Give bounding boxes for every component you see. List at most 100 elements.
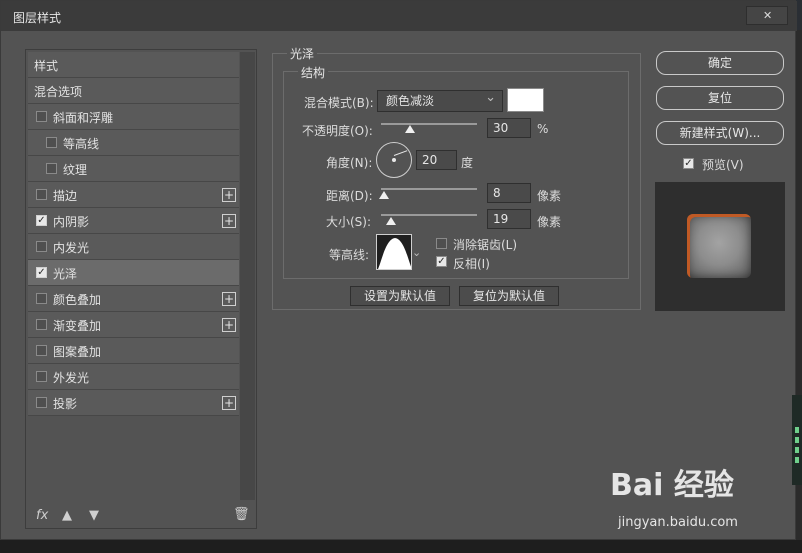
contour-curve-icon bbox=[377, 238, 411, 269]
watermark-url: jingyan.baidu.com bbox=[618, 515, 738, 530]
add-effect-plus-icon[interactable]: + bbox=[222, 214, 236, 228]
style-list-item[interactable]: 斜面和浮雕 bbox=[28, 104, 239, 130]
style-item-label: 纹理 bbox=[63, 163, 88, 177]
style-item-label: 混合选项 bbox=[34, 85, 83, 99]
angle-dial-center bbox=[392, 158, 396, 162]
style-item-label: 投影 bbox=[53, 397, 78, 411]
angle-input[interactable]: 20 bbox=[416, 150, 457, 170]
baidu-jingyan-watermark: Bai 经验 jingyan.baidu.com bbox=[610, 460, 790, 540]
style-item-label: 斜面和浮雕 bbox=[53, 111, 114, 125]
style-list-item[interactable]: 内发光 bbox=[28, 234, 239, 260]
preview-checkbox[interactable]: ✓ bbox=[683, 158, 694, 169]
add-effect-plus-icon[interactable]: + bbox=[222, 292, 236, 306]
opacity-unit: % bbox=[537, 122, 549, 136]
trash-icon[interactable]: 🗑 bbox=[233, 507, 250, 522]
set-default-button[interactable]: 设置为默认值 bbox=[350, 286, 450, 306]
blend-mode-select[interactable]: 颜色减淡 bbox=[377, 88, 503, 112]
style-list-item[interactable]: 样式 bbox=[28, 52, 239, 78]
style-list-item[interactable]: 外发光 bbox=[28, 364, 239, 390]
blend-mode-value: 颜色减淡 bbox=[386, 94, 435, 108]
style-list-item[interactable]: 纹理 bbox=[28, 156, 239, 182]
opacity-slider-thumb[interactable] bbox=[404, 125, 415, 133]
size-input[interactable]: 19 bbox=[487, 209, 531, 229]
close-button[interactable] bbox=[746, 6, 788, 25]
distance-input[interactable]: 8 bbox=[487, 183, 531, 203]
angle-label: 角度(N): bbox=[326, 156, 373, 170]
angle-unit: 度 bbox=[461, 156, 474, 170]
style-item-checkbox[interactable]: ✓ bbox=[36, 215, 47, 226]
move-up-icon[interactable]: ▲ bbox=[62, 508, 72, 523]
opacity-label: 不透明度(O): bbox=[302, 124, 373, 138]
style-list-panel: 样式混合选项斜面和浮雕等高线纹理描边 + ✓ 内阴影 + 内发光 ✓ 光泽颜色叠加 + 渐变叠加 +… bbox=[25, 49, 257, 529]
move-down-icon[interactable]: ▼ bbox=[89, 508, 99, 523]
side-progress-strip bbox=[792, 395, 802, 485]
opacity-slider-track[interactable] bbox=[381, 123, 477, 125]
satin-color-swatch[interactable] bbox=[507, 88, 544, 112]
size-label: 大小(S): bbox=[326, 215, 372, 229]
style-list-item[interactable]: 颜色叠加 + bbox=[28, 286, 239, 312]
style-item-label: 等高线 bbox=[63, 137, 100, 151]
anti-alias-label: 消除锯齿(L) bbox=[453, 238, 518, 252]
contour-label: 等高线: bbox=[329, 248, 370, 262]
style-list-item[interactable]: 渐变叠加 + bbox=[28, 312, 239, 338]
style-item-label: 颜色叠加 bbox=[53, 293, 102, 307]
ok-button[interactable]: 确定 bbox=[656, 51, 784, 75]
style-list-footer: fx ▲ ▼ 🗑 bbox=[26, 502, 256, 528]
style-item-checkbox[interactable] bbox=[36, 241, 47, 252]
distance-label: 距离(D): bbox=[326, 189, 373, 203]
style-list-item[interactable]: 图案叠加 bbox=[28, 338, 239, 364]
invert-label: 反相(I) bbox=[453, 257, 490, 271]
reset-default-button[interactable]: 复位为默认值 bbox=[459, 286, 559, 306]
style-preview bbox=[655, 182, 785, 311]
layer-style-dialog: 图层样式 样式混合选项斜面和浮雕等高线纹理描边 + ✓ 内阴影 + 内发光 ✓ 光泽颜色叠加 +… bbox=[0, 0, 797, 540]
dialog-title: 图层样式 bbox=[13, 11, 62, 25]
style-item-label: 内发光 bbox=[53, 241, 90, 255]
style-item-checkbox[interactable] bbox=[36, 111, 47, 122]
invert-checkbox[interactable]: ✓ bbox=[436, 256, 447, 267]
reset-button[interactable]: 复位 bbox=[656, 86, 784, 110]
style-item-checkbox[interactable] bbox=[36, 319, 47, 330]
style-list-item[interactable]: ✓ 光泽 bbox=[28, 260, 239, 286]
add-effect-plus-icon[interactable]: + bbox=[222, 396, 236, 410]
style-list-item[interactable]: 投影 + bbox=[28, 390, 239, 416]
style-item-checkbox[interactable]: ✓ bbox=[36, 267, 47, 278]
contour-dropdown-arrow-icon[interactable]: ⌄ bbox=[412, 246, 421, 259]
angle-dial[interactable] bbox=[376, 142, 412, 178]
anti-alias-checkbox[interactable] bbox=[436, 238, 447, 249]
satin-group-title: 光泽 bbox=[287, 45, 318, 62]
style-list-item[interactable]: 混合选项 bbox=[28, 78, 239, 104]
preview-swatch bbox=[687, 214, 751, 278]
size-slider-track[interactable] bbox=[381, 214, 477, 216]
style-list: 样式混合选项斜面和浮雕等高线纹理描边 + ✓ 内阴影 + 内发光 ✓ 光泽颜色叠加 + 渐变叠加 +… bbox=[28, 52, 239, 416]
style-item-label: 样式 bbox=[34, 59, 59, 73]
style-item-checkbox[interactable] bbox=[36, 189, 47, 200]
style-item-checkbox[interactable] bbox=[36, 345, 47, 356]
size-slider-thumb[interactable] bbox=[385, 217, 396, 225]
style-item-checkbox[interactable] bbox=[46, 163, 57, 174]
style-item-label: 图案叠加 bbox=[53, 345, 102, 359]
fx-icon[interactable]: fx bbox=[36, 508, 48, 523]
distance-slider-thumb[interactable] bbox=[378, 191, 389, 199]
watermark-brand: Bai 经验 bbox=[610, 468, 734, 503]
style-list-item[interactable]: ✓ 内阴影 + bbox=[28, 208, 239, 234]
style-list-scrollbar[interactable] bbox=[240, 52, 255, 500]
opacity-input[interactable]: 30 bbox=[487, 118, 531, 138]
add-effect-plus-icon[interactable]: + bbox=[222, 188, 236, 202]
distance-slider-track[interactable] bbox=[381, 188, 477, 190]
style-item-checkbox[interactable] bbox=[36, 397, 47, 408]
title-bar: 图层样式 bbox=[1, 1, 797, 31]
style-item-checkbox[interactable] bbox=[46, 137, 57, 148]
structure-group-title: 结构 bbox=[298, 64, 329, 81]
style-item-label: 渐变叠加 bbox=[53, 319, 102, 333]
style-list-item[interactable]: 描边 + bbox=[28, 182, 239, 208]
style-list-item[interactable]: 等高线 bbox=[28, 130, 239, 156]
contour-picker[interactable] bbox=[376, 234, 412, 270]
style-item-checkbox[interactable] bbox=[36, 293, 47, 304]
blend-mode-label: 混合模式(B): bbox=[304, 96, 374, 110]
distance-unit: 像素 bbox=[537, 189, 562, 203]
add-effect-plus-icon[interactable]: + bbox=[222, 318, 236, 332]
new-style-button[interactable]: 新建样式(W)... bbox=[656, 121, 784, 145]
style-item-checkbox[interactable] bbox=[36, 371, 47, 382]
style-item-label: 内阴影 bbox=[53, 215, 90, 229]
angle-dial-needle bbox=[393, 150, 408, 156]
